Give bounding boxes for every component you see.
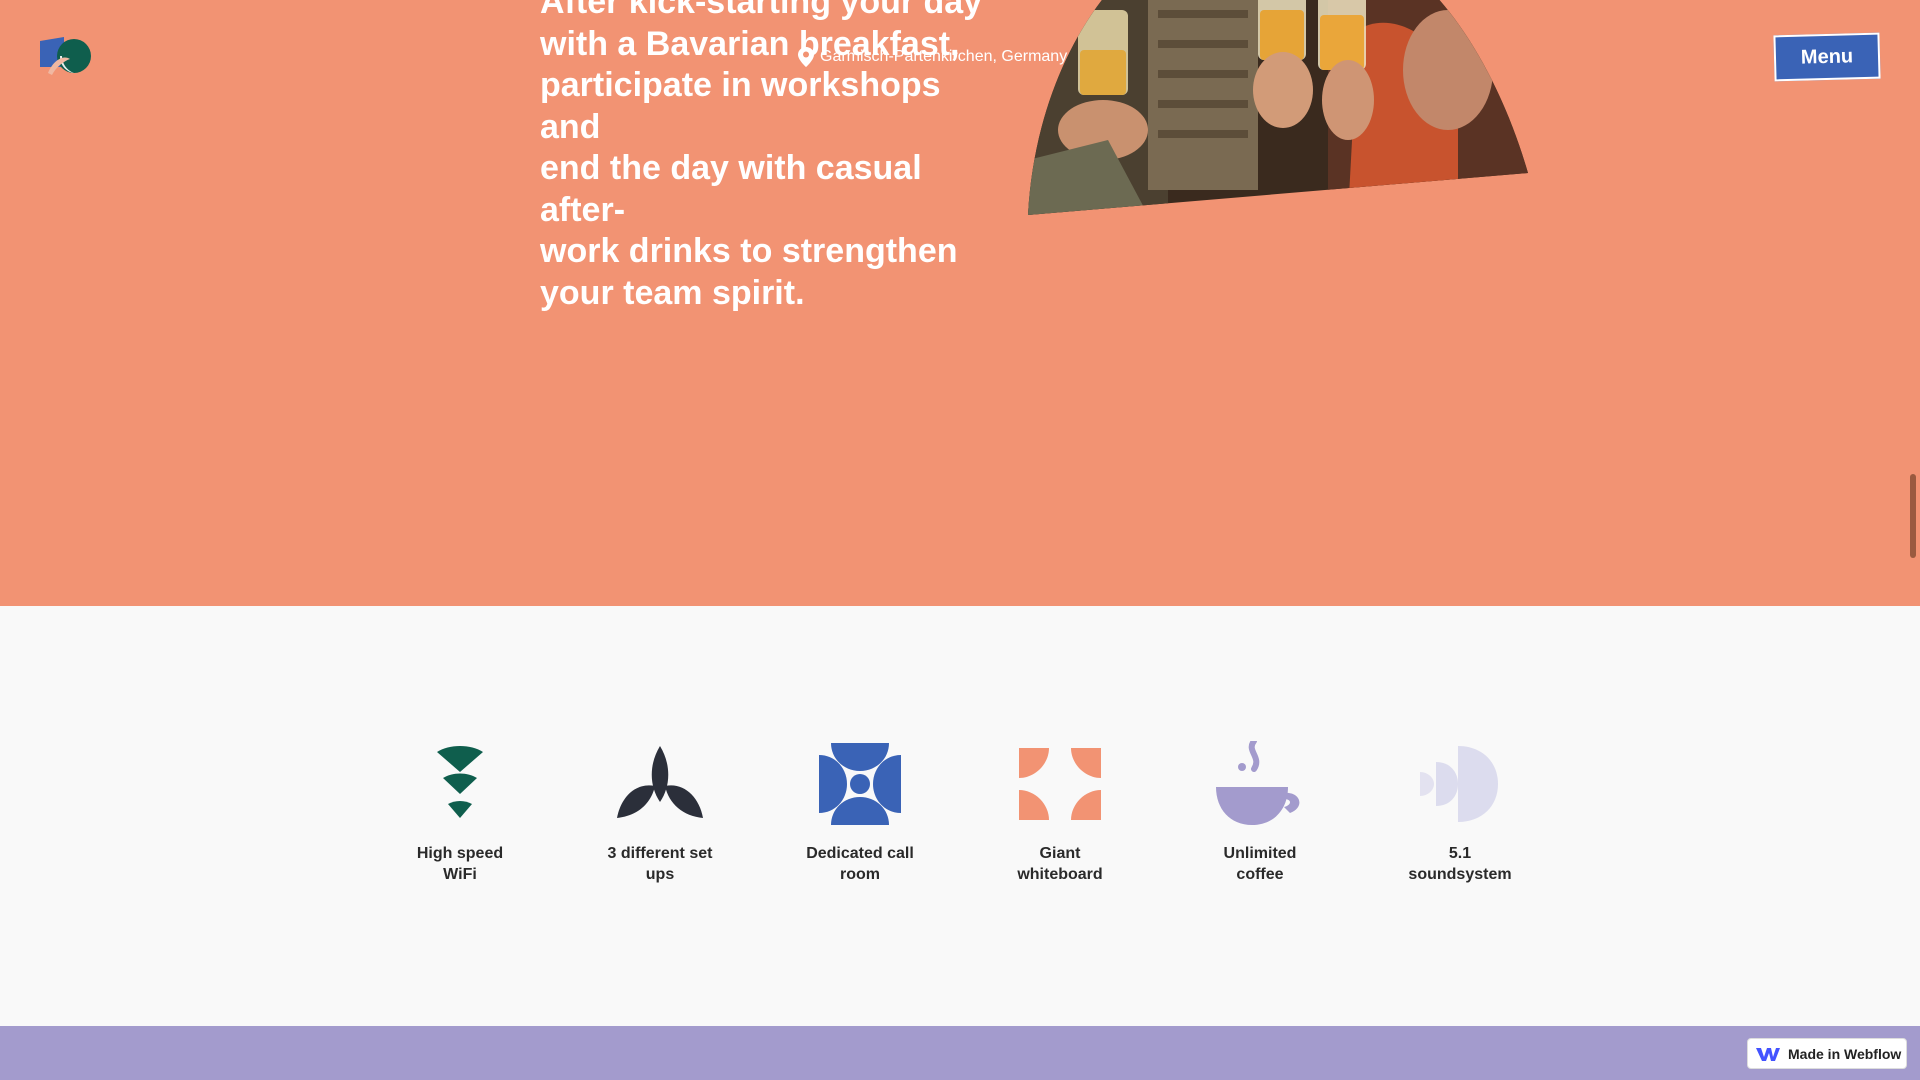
feature-item-setups: 3 different set ups (590, 739, 730, 885)
whiteboard-icon (1015, 739, 1105, 829)
webflow-icon (1756, 1047, 1780, 1061)
hero-line: work drinks to strengthen (540, 232, 958, 270)
call-room-icon (815, 739, 905, 829)
page: After kick-starting your day with a Bava… (0, 0, 1920, 1080)
feature-item-sound: 5.1 soundsystem (1390, 739, 1530, 885)
feature-label: Unlimited coffee (1223, 845, 1297, 883)
menu-button[interactable]: Menu (1773, 32, 1881, 82)
brand-logo-icon[interactable] (40, 37, 92, 75)
made-in-webflow-badge[interactable]: Made in Webflow (1747, 1038, 1907, 1069)
people-toasting-beer-photo (1028, 0, 1528, 215)
plant-icon (615, 739, 705, 829)
hero-line: After kick-starting your day (540, 0, 983, 21)
hero-line: end the day with casual after- (540, 149, 922, 229)
feature-item-call-room: Dedicated call room (790, 739, 930, 885)
hero-line: participate in workshops and (540, 66, 941, 146)
map-pin-icon (798, 47, 814, 67)
scrollbar-thumb[interactable] (1910, 474, 1916, 558)
feature-label: Giant whiteboard (1017, 845, 1103, 883)
webflow-badge-label: Made in Webflow (1788, 1045, 1902, 1062)
hero-section: After kick-starting your day with a Bava… (0, 0, 1920, 606)
sound-icon (1415, 739, 1505, 829)
feature-label: Dedicated call room (806, 845, 914, 883)
coffee-icon (1215, 739, 1305, 829)
feature-label: High speed WiFi (416, 845, 504, 883)
location-label: Garmisch-Partenkirchen, Germany (798, 47, 1067, 67)
wifi-icon (415, 739, 505, 829)
location-text: Garmisch-Partenkirchen, Germany (820, 48, 1068, 65)
amenities-section: High speed WiFi 3 different set ups Dedi… (0, 606, 1920, 1026)
feature-item-whiteboard: Giant whiteboard (990, 739, 1130, 885)
feature-item-coffee: Unlimited coffee (1190, 739, 1330, 885)
feature-label: 5.1 soundsystem (1408, 845, 1512, 883)
feature-label: 3 different set ups (607, 845, 713, 883)
hero-line: your team spirit. (540, 273, 805, 312)
feature-item-wifi: High speed WiFi (390, 739, 530, 885)
footer-strip (0, 1026, 1920, 1080)
